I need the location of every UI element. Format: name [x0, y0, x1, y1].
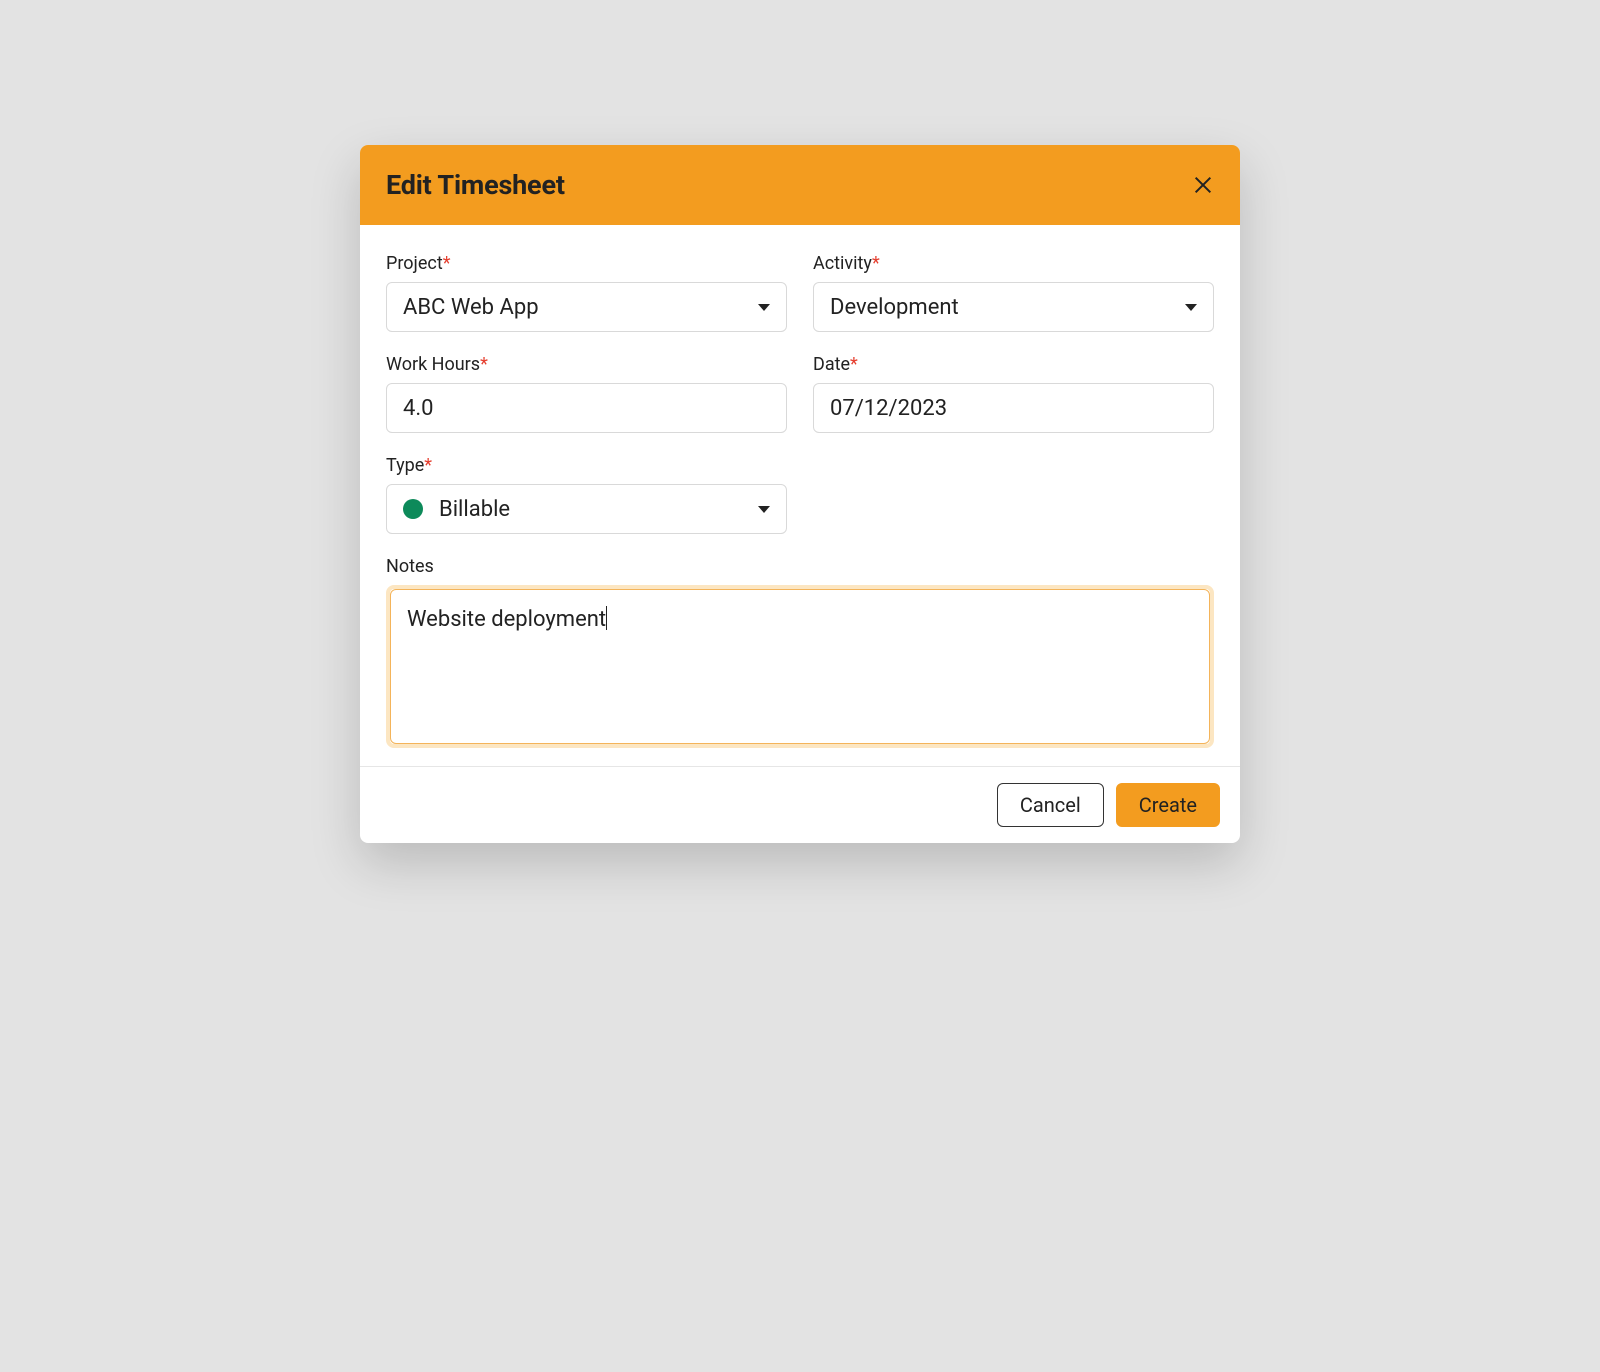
- date-label: Date*: [813, 354, 1214, 375]
- text-cursor-icon: [606, 606, 607, 630]
- date-label-text: Date: [813, 354, 850, 375]
- type-value: Billable: [439, 497, 510, 522]
- activity-select[interactable]: Development: [813, 282, 1214, 332]
- caret-down-icon: [758, 304, 770, 311]
- notes-textarea[interactable]: Website deployment: [390, 589, 1210, 744]
- work-hours-label-text: Work Hours: [386, 354, 480, 375]
- edit-timesheet-modal: Edit Timesheet Project* ABC Web App: [360, 145, 1240, 843]
- project-select[interactable]: ABC Web App: [386, 282, 787, 332]
- work-hours-value: 4.0: [403, 396, 434, 421]
- cancel-button[interactable]: Cancel: [997, 783, 1104, 827]
- type-label-text: Type: [386, 455, 424, 476]
- notes-group: Notes Website deployment: [386, 556, 1214, 748]
- notes-value: Website deployment: [407, 607, 606, 632]
- activity-label: Activity*: [813, 253, 1214, 274]
- required-marker: *: [872, 253, 880, 274]
- modal-footer: Cancel Create: [360, 766, 1240, 843]
- notes-focus-ring: Website deployment: [386, 585, 1214, 748]
- required-marker: *: [480, 354, 488, 375]
- required-marker: *: [443, 253, 451, 274]
- modal-title: Edit Timesheet: [386, 169, 565, 201]
- project-group: Project* ABC Web App: [386, 253, 787, 332]
- date-group: Date* 07/12/2023: [813, 354, 1214, 433]
- modal-header: Edit Timesheet: [360, 145, 1240, 225]
- close-button[interactable]: [1192, 174, 1214, 196]
- date-value: 07/12/2023: [830, 396, 947, 421]
- close-icon: [1192, 174, 1214, 196]
- activity-label-text: Activity: [813, 253, 872, 274]
- work-hours-input[interactable]: 4.0: [386, 383, 787, 433]
- type-select[interactable]: Billable: [386, 484, 787, 534]
- caret-down-icon: [1185, 304, 1197, 311]
- activity-group: Activity* Development: [813, 253, 1214, 332]
- date-input[interactable]: 07/12/2023: [813, 383, 1214, 433]
- work-hours-label: Work Hours*: [386, 354, 787, 375]
- status-dot-icon: [403, 499, 423, 519]
- project-value: ABC Web App: [403, 295, 539, 320]
- type-group: Type* Billable: [386, 455, 787, 534]
- project-label-text: Project: [386, 253, 443, 274]
- caret-down-icon: [758, 506, 770, 513]
- create-button[interactable]: Create: [1116, 783, 1220, 827]
- work-hours-group: Work Hours* 4.0: [386, 354, 787, 433]
- type-label: Type*: [386, 455, 787, 476]
- modal-body: Project* ABC Web App Activity* Developme…: [360, 225, 1240, 766]
- project-label: Project*: [386, 253, 787, 274]
- activity-value: Development: [830, 295, 959, 320]
- notes-label: Notes: [386, 556, 1214, 577]
- required-marker: *: [850, 354, 858, 375]
- required-marker: *: [424, 455, 432, 476]
